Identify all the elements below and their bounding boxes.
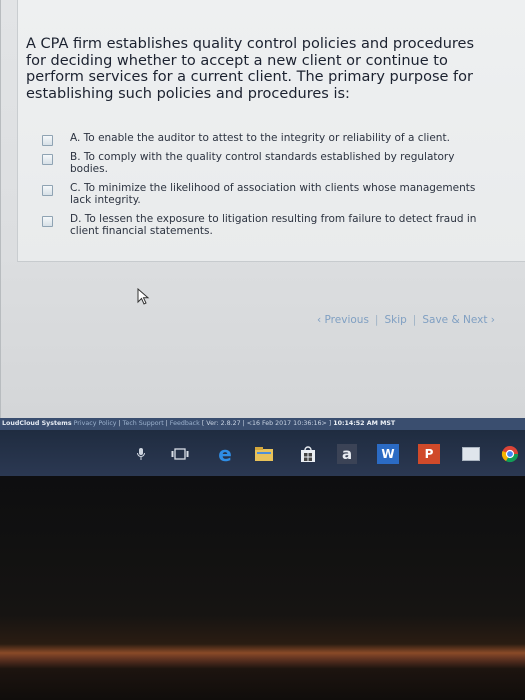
clock-text: 10:14:52 AM MST <box>333 420 396 427</box>
option-d-label: D. To lessen the exposure to litigation … <box>70 212 477 238</box>
version-text: [ Ver: 2.8.27 | <16 Feb 2017 10:36:16> ] <box>201 420 332 427</box>
skip-link[interactable]: Skip <box>384 314 406 326</box>
mouse-cursor-icon <box>137 288 150 305</box>
task-view-icon[interactable] <box>170 444 190 464</box>
option-d[interactable]: D. To lessen the exposure to litigation … <box>42 213 492 238</box>
microphone-icon[interactable] <box>134 444 148 464</box>
word-icon[interactable]: W <box>377 444 399 464</box>
browser-content: A CPA firm establishes quality control p… <box>0 0 525 418</box>
privacy-policy-link[interactable]: Privacy Policy <box>74 420 117 427</box>
feedback-link[interactable]: Feedback <box>170 420 200 427</box>
amazon-icon[interactable]: a <box>337 444 357 464</box>
option-c-checkbox[interactable] <box>42 184 53 196</box>
monitor-bezel <box>0 476 525 700</box>
chrome-icon[interactable] <box>500 444 520 464</box>
option-d-checkbox[interactable] <box>42 215 53 227</box>
option-b[interactable]: B. To comply with the quality control st… <box>42 151 492 176</box>
file-explorer-icon[interactable] <box>253 444 275 464</box>
option-b-label: B. To comply with the quality control st… <box>70 150 455 176</box>
option-b-checkbox[interactable] <box>42 153 53 165</box>
tech-support-link[interactable]: Tech Support <box>123 420 164 427</box>
question-text: A CPA firm establishes quality control p… <box>26 36 475 102</box>
powerpoint-icon[interactable]: P <box>418 444 440 464</box>
nav-divider: | <box>412 314 417 326</box>
store-icon[interactable] <box>297 444 319 464</box>
answer-options: A. To enable the auditor to attest to th… <box>42 132 492 244</box>
option-a[interactable]: A. To enable the auditor to attest to th… <box>42 132 492 146</box>
option-a-label: A. To enable the auditor to attest to th… <box>70 132 450 144</box>
tablet-icon[interactable] <box>461 444 481 464</box>
save-next-link[interactable]: Save & Next › <box>422 314 495 326</box>
option-c[interactable]: C. To minimize the likelihood of associa… <box>42 182 492 207</box>
footer-status-bar: LoudCloud Systems Privacy Policy | Tech … <box>0 418 525 430</box>
nav-divider: | <box>374 314 379 326</box>
windows-taskbar: e a W P <box>0 430 525 476</box>
option-a-checkbox[interactable] <box>42 135 53 146</box>
previous-link[interactable]: ‹ Previous <box>317 314 369 326</box>
option-c-label: C. To minimize the likelihood of associa… <box>70 181 476 207</box>
question-navigation: ‹ Previous | Skip | Save & Next › <box>317 314 495 326</box>
brand-label: LoudCloud Systems <box>2 420 72 427</box>
edge-icon[interactable]: e <box>214 442 236 466</box>
